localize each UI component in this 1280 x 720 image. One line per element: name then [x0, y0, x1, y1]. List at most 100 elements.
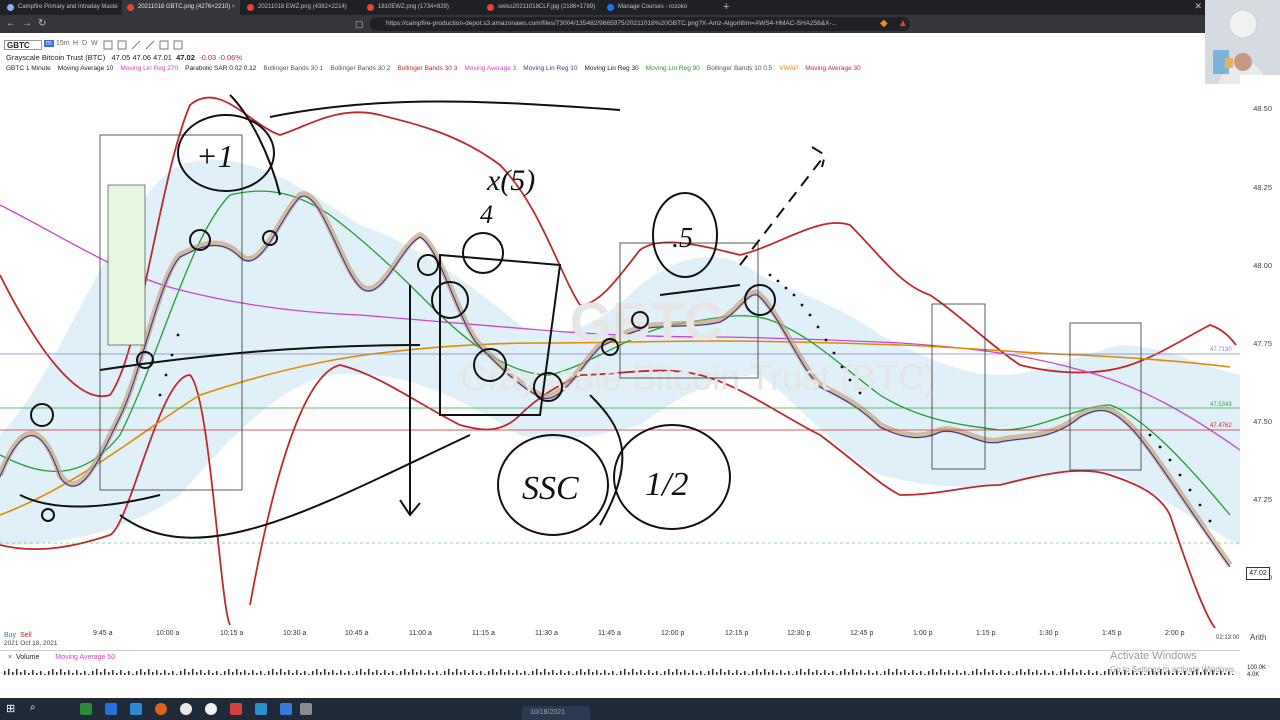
- app-icon[interactable]: [105, 703, 117, 715]
- timeframe-week[interactable]: W: [91, 40, 98, 47]
- volume-bar: [836, 674, 838, 675]
- volume-pane[interactable]: × Volume Moving Average 50 100.0K 4.0K: [0, 650, 1266, 696]
- study-label[interactable]: Bollinger Bands 30 1: [263, 65, 323, 72]
- rewards-icon[interactable]: ▲: [898, 17, 908, 31]
- volume-bar: [44, 674, 46, 675]
- volume-bar: [784, 673, 786, 675]
- time-tag: 02:13:00: [1216, 635, 1240, 641]
- price-axis[interactable]: 48.50 48.25 48.00 47.75 47.50 47.25 47.0…: [1210, 75, 1280, 641]
- study-label[interactable]: Moving Average 30: [805, 65, 861, 72]
- buy-button[interactable]: Buy: [4, 632, 16, 639]
- edge-icon[interactable]: [130, 703, 142, 715]
- volume-bar: [824, 670, 826, 675]
- timeframe-15m[interactable]: 15m: [56, 40, 70, 47]
- new-tab-button[interactable]: +: [723, 0, 729, 15]
- study-label[interactable]: GBTC 1 Minute: [6, 65, 51, 72]
- volume-bar: [136, 671, 138, 675]
- word-icon[interactable]: [280, 703, 292, 715]
- timeframe-hour[interactable]: H: [73, 40, 78, 47]
- chrome-icon[interactable]: [180, 703, 192, 715]
- volume-bar: [516, 670, 518, 675]
- volume-bar: [148, 669, 150, 675]
- bookmark-icon[interactable]: ▢: [355, 17, 364, 31]
- volume-bar: [152, 672, 154, 675]
- firefox-icon[interactable]: [155, 703, 167, 715]
- browser-tab-active[interactable]: 20211018 GBTC.png (4276×2210) ×: [122, 0, 240, 15]
- quote-line: Grayscale Bitcoin Trust (BTC) 47.05 47.0…: [6, 53, 242, 62]
- volume-bar: [932, 669, 934, 675]
- study-label[interactable]: Moving Lin Reg 90: [646, 65, 700, 72]
- browser-tab[interactable]: 1810EWZ.png (1734×829): [362, 0, 480, 15]
- timeframe-minute[interactable]: m: [44, 40, 54, 47]
- url-field[interactable]: https://campfire-production-depot.s3.ama…: [370, 17, 910, 31]
- volume-bar: [256, 673, 258, 675]
- tab-favicon-icon: [127, 4, 134, 11]
- candle-style-icon[interactable]: [117, 40, 127, 50]
- scale-mode[interactable]: Arith: [1250, 633, 1266, 642]
- volume-bar: [952, 673, 954, 675]
- drawing-tools: [103, 40, 183, 50]
- volume-bar: [920, 671, 922, 675]
- study-label[interactable]: Moving Lin Reg 30: [584, 65, 638, 72]
- window-close-icon[interactable]: ✕: [1194, 1, 1202, 12]
- browser-tab[interactable]: swiss20211018CLF.jpg (2186×1789): [482, 0, 600, 15]
- windows-start-icon[interactable]: ⊞: [6, 702, 15, 715]
- volume-bar: [48, 671, 50, 675]
- volume-bar: [696, 673, 698, 675]
- volume-bar: [596, 670, 598, 675]
- browser-tab[interactable]: Manage Courses - rozoko: [602, 0, 720, 15]
- trendline-icon[interactable]: [131, 40, 141, 50]
- study-label[interactable]: Moving Average 3: [464, 65, 516, 72]
- brave-shield-icon[interactable]: ◆: [880, 17, 888, 31]
- chrome-profile-icon[interactable]: [205, 703, 217, 715]
- volume-bar: [224, 671, 226, 675]
- study-label[interactable]: Parabolic SAR 0.02 0.12: [185, 65, 256, 72]
- volume-bar: [76, 670, 78, 675]
- search-icon[interactable]: ⌕: [30, 702, 36, 713]
- study-label[interactable]: Moving Lin Reg 10: [523, 65, 577, 72]
- volume-bar: [1084, 673, 1086, 675]
- study-label[interactable]: Moving Average 10: [58, 65, 114, 72]
- symbol-input[interactable]: GBTC: [4, 40, 42, 50]
- volume-bar: [388, 673, 390, 675]
- close-tab-icon[interactable]: ×: [231, 0, 235, 15]
- volume-bar: [172, 671, 174, 675]
- price-chart[interactable]: GBTC Grayscale Bitcoin Trust (BTC) +1 x(…: [0, 75, 1240, 628]
- volume-bar: [620, 671, 622, 675]
- tab-favicon-icon: [7, 4, 14, 11]
- volume-bar: [812, 672, 814, 675]
- study-label[interactable]: Bollinger Bands 30 3: [397, 65, 457, 72]
- volume-bar: [904, 670, 906, 675]
- browser-tab[interactable]: 20211018 EWZ.png (4382×2214): [242, 0, 360, 15]
- volume-bar: [8, 669, 10, 675]
- excel-icon[interactable]: [80, 703, 92, 715]
- back-icon[interactable]: ←: [6, 17, 16, 31]
- study-label[interactable]: Bollinger Bands 10 0.5: [707, 65, 772, 72]
- study-label[interactable]: VWAP: [779, 65, 798, 72]
- app-s-icon[interactable]: [230, 703, 242, 715]
- volume-bar: [632, 669, 634, 675]
- settings-icon[interactable]: [159, 40, 169, 50]
- timeframe-day[interactable]: D: [82, 40, 87, 47]
- volume-bar: [916, 673, 918, 675]
- volume-bar: [644, 673, 646, 675]
- study-label[interactable]: Moving Lin Reg 270: [120, 65, 178, 72]
- forward-icon[interactable]: →: [22, 17, 32, 31]
- draw-icon[interactable]: [145, 40, 155, 50]
- bar-style-icon[interactable]: [103, 40, 113, 50]
- browser-tab[interactable]: Campfire Primary and Intraday Maste: [2, 0, 120, 15]
- app-icon[interactable]: [300, 703, 312, 715]
- study-label[interactable]: Bollinger Bands 30 2: [330, 65, 390, 72]
- volume-bar: [216, 671, 218, 675]
- chart-toolbar: GBTC m 15m H D W: [0, 38, 1240, 52]
- volume-bar: [312, 671, 314, 675]
- sell-button[interactable]: Sell: [20, 632, 32, 639]
- volume-bar: [456, 669, 458, 675]
- template-icon[interactable]: [173, 40, 183, 50]
- volume-bar: [772, 670, 774, 675]
- volume-bar: [264, 674, 266, 675]
- reload-icon[interactable]: ↻: [38, 17, 46, 31]
- app-s2-icon[interactable]: [255, 703, 267, 715]
- volume-bar: [700, 671, 702, 675]
- volume-bar: [988, 672, 990, 675]
